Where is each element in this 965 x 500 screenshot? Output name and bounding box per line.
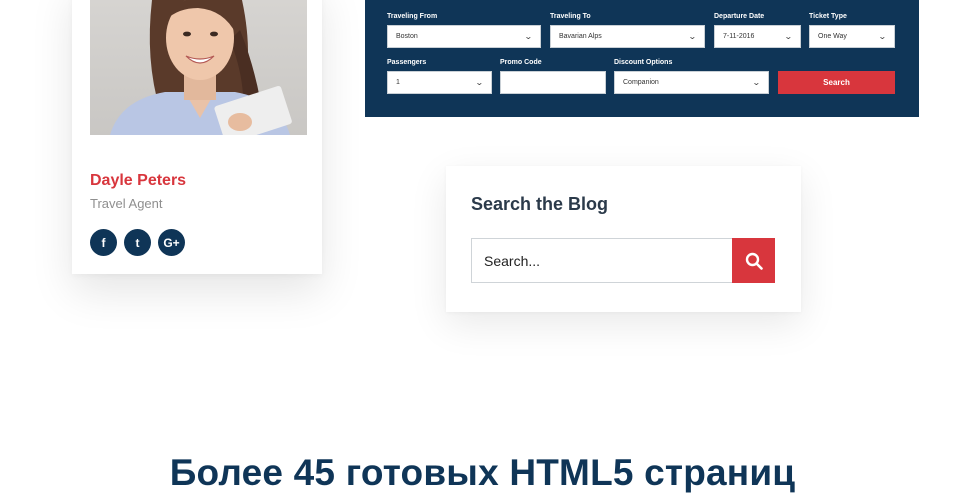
agent-photo bbox=[90, 0, 307, 135]
departure-date-select[interactable]: 7-11-2016 ⌄ bbox=[714, 25, 801, 48]
promo-code-input[interactable] bbox=[500, 71, 606, 94]
page-heading: Более 45 готовых HTML5 страниц bbox=[169, 452, 796, 493]
facebook-icon[interactable]: f bbox=[90, 229, 117, 256]
blog-search-button[interactable] bbox=[732, 238, 775, 283]
traveling-to-label: Traveling To bbox=[550, 13, 591, 20]
agent-profile-card: Dayle Peters Travel Agent f t G+ bbox=[72, 0, 322, 274]
blog-search-title: Search the Blog bbox=[471, 194, 609, 214]
chevron-down-icon: ⌄ bbox=[784, 32, 794, 41]
twitter-icon[interactable]: t bbox=[124, 229, 151, 256]
chevron-down-icon: ⌄ bbox=[475, 78, 485, 87]
discount-options-label: Discount Options bbox=[614, 59, 673, 66]
traveling-from-label: Traveling From bbox=[387, 13, 438, 20]
departure-date-label: Departure Date bbox=[714, 13, 765, 20]
traveling-to-select[interactable]: Bavarian Alps ⌄ bbox=[550, 25, 705, 48]
passengers-label: Passengers bbox=[387, 59, 427, 66]
blog-search-input[interactable] bbox=[471, 238, 733, 283]
blog-search-widget: Search the Blog bbox=[446, 166, 801, 312]
passengers-select[interactable]: 1 ⌄ bbox=[387, 71, 492, 94]
google-plus-icon[interactable]: G+ bbox=[158, 229, 185, 256]
promo-code-label: Promo Code bbox=[500, 59, 542, 66]
agent-name[interactable]: Dayle Peters bbox=[90, 172, 186, 190]
chevron-down-icon: ⌄ bbox=[752, 78, 762, 87]
ticket-type-select[interactable]: One Way ⌄ bbox=[809, 25, 895, 48]
traveling-from-select[interactable]: Boston ⌄ bbox=[387, 25, 541, 48]
booking-form: Traveling From Boston ⌄ Traveling To Bava… bbox=[365, 0, 919, 117]
chevron-down-icon: ⌄ bbox=[688, 32, 698, 41]
chevron-down-icon: ⌄ bbox=[878, 32, 888, 41]
booking-search-button[interactable]: Search bbox=[778, 71, 895, 94]
chevron-down-icon: ⌄ bbox=[524, 32, 534, 41]
ticket-type-label: Ticket Type bbox=[809, 13, 847, 20]
social-links: f t G+ bbox=[90, 229, 185, 256]
search-icon bbox=[745, 252, 763, 270]
agent-role: Travel Agent bbox=[90, 196, 163, 211]
discount-options-select[interactable]: Companion ⌄ bbox=[614, 71, 769, 94]
